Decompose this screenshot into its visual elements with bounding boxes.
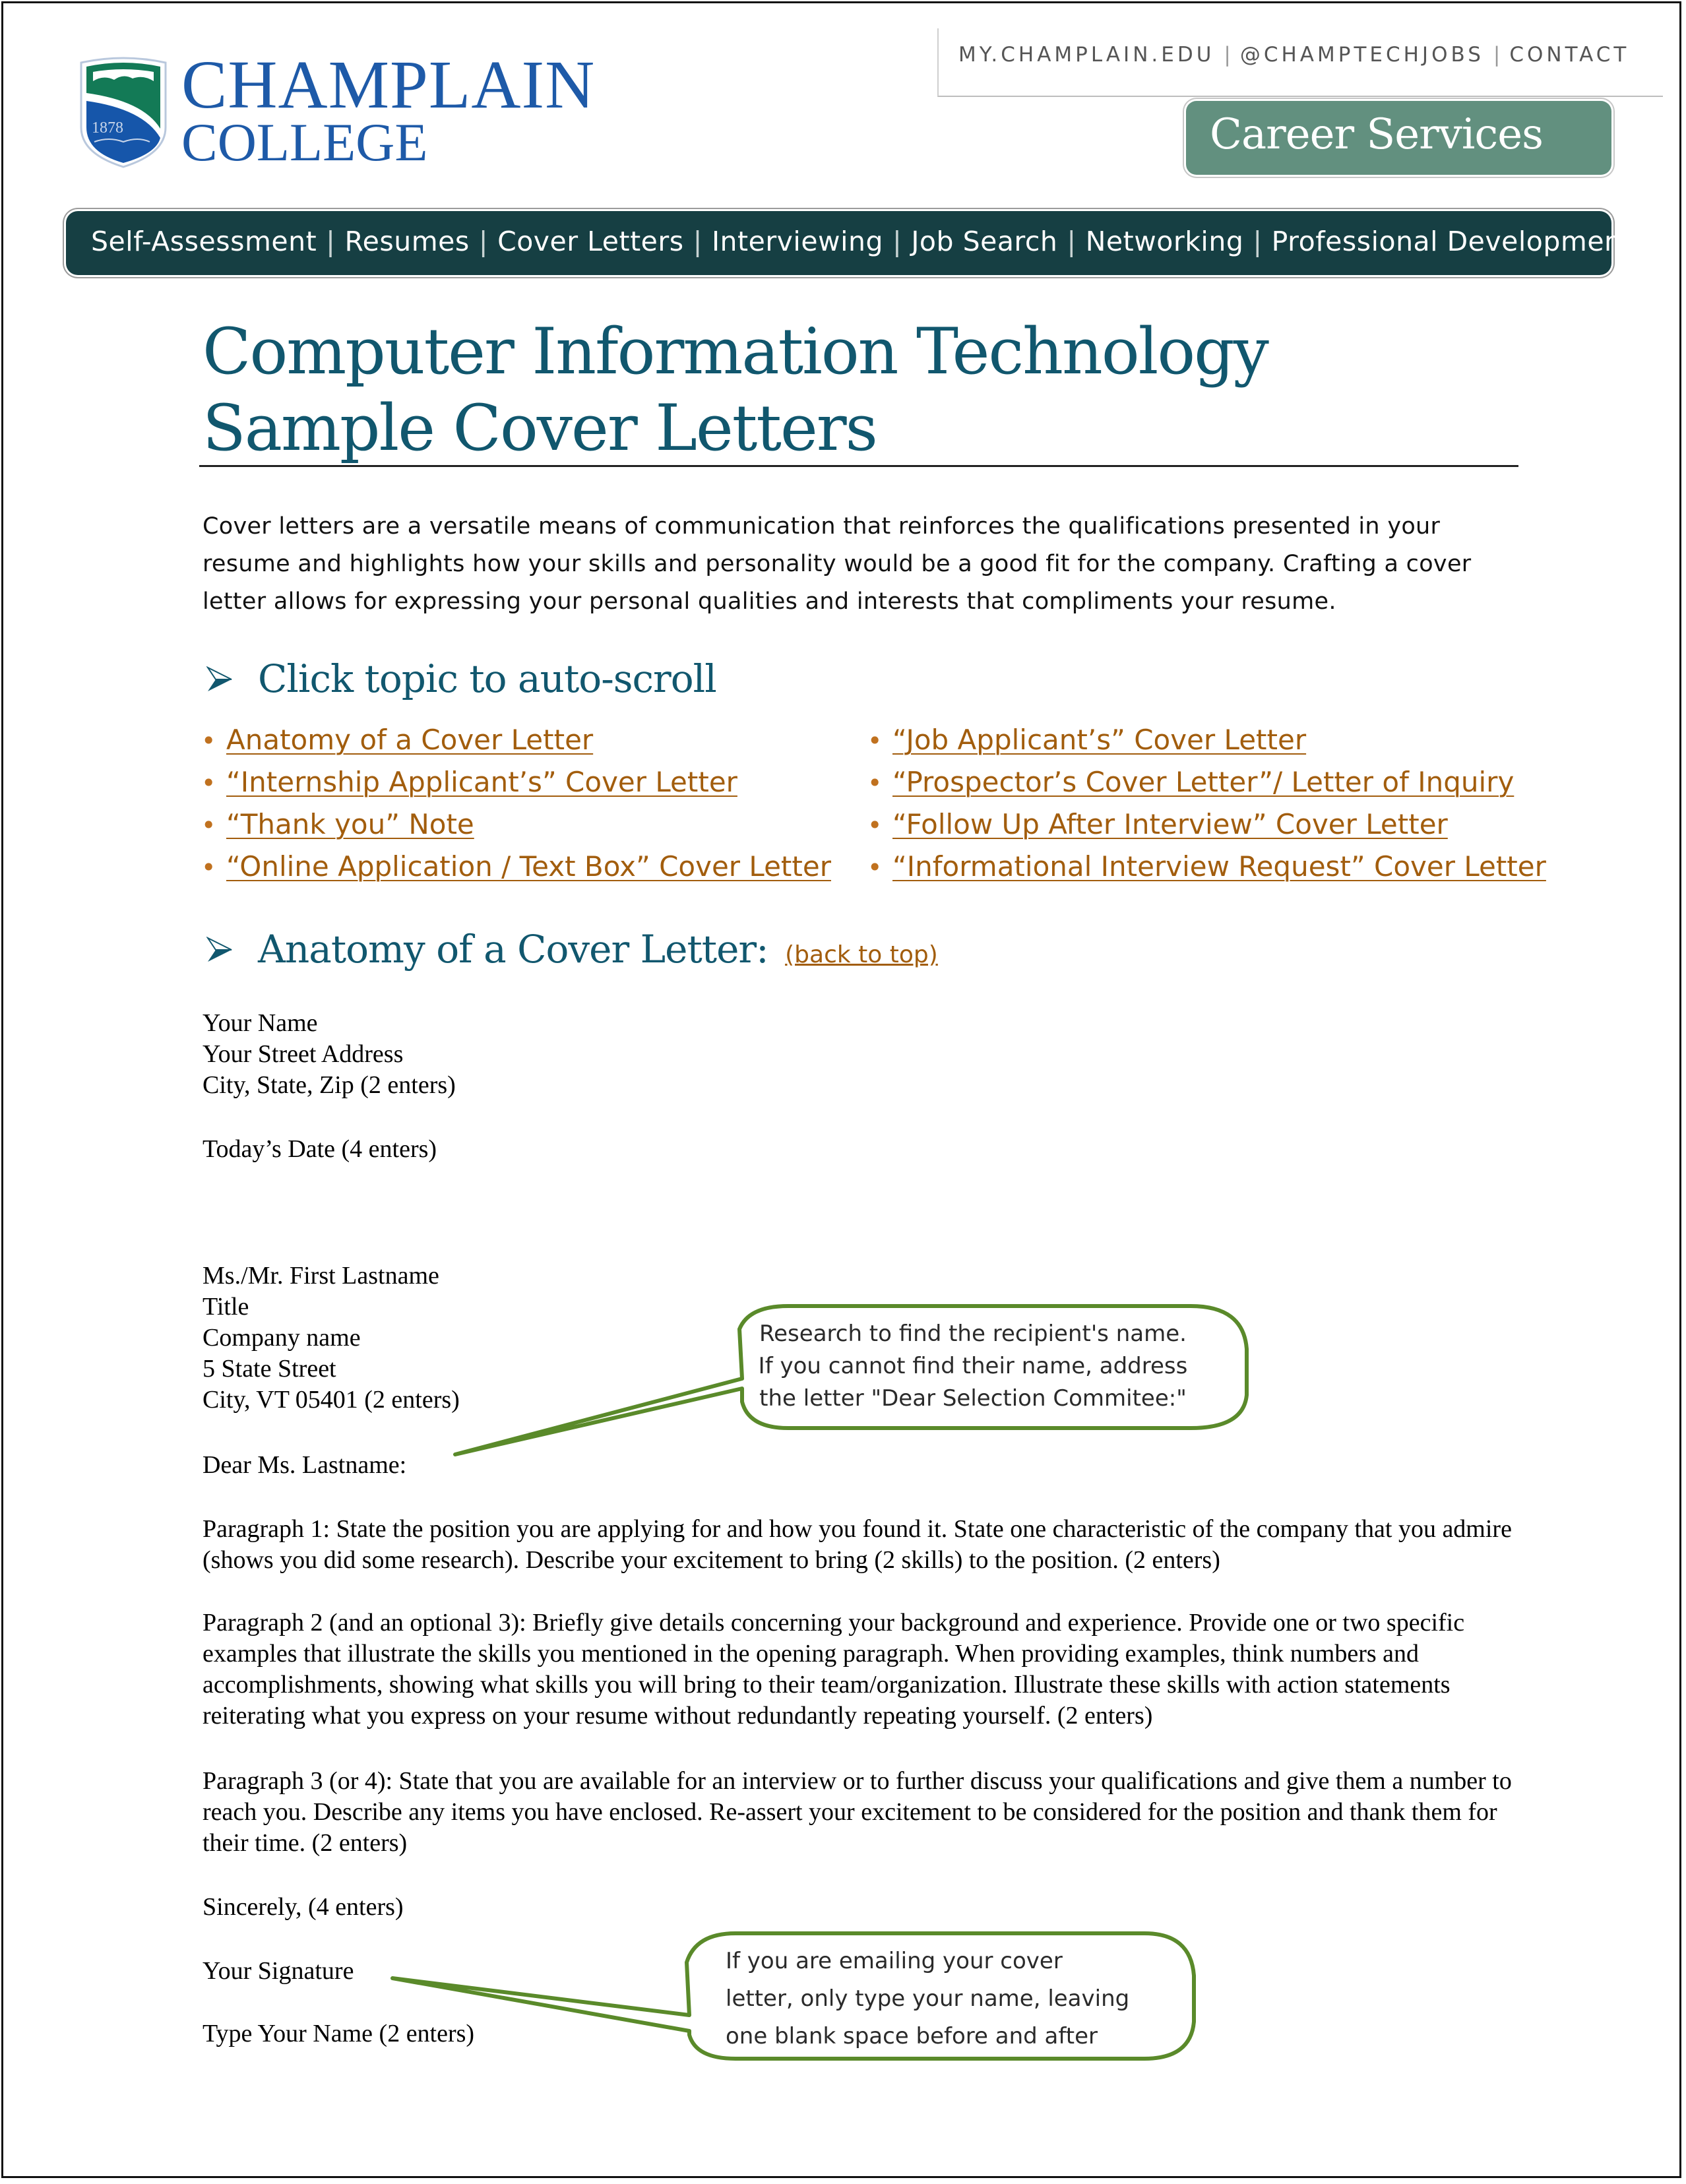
nav-item-cover-letters[interactable]: Cover Letters bbox=[497, 226, 684, 257]
intro-paragraph: Cover letters are a versatile means of c… bbox=[203, 513, 1472, 615]
topic-link-internship[interactable]: “Internship Applicant’s” Cover Letter bbox=[226, 766, 737, 798]
main-nav-bar: Self-Assessment | Resumes | Cover Letters | In… bbox=[66, 211, 1633, 275]
salutation: Dear Ms. Lastname: bbox=[203, 1451, 407, 1479]
logo-name-line1: CHAMPLAIN bbox=[181, 47, 596, 123]
bullet-icon: • bbox=[201, 811, 216, 840]
career-services-label: Career Services bbox=[1210, 110, 1544, 159]
topics-heading: Click topic to auto-scroll bbox=[206, 656, 717, 701]
topic-link-anatomy[interactable]: Anatomy of a Cover Letter bbox=[226, 724, 593, 756]
topic-link-informational-interview[interactable]: “Informational Interview Request” Cover … bbox=[892, 850, 1546, 883]
topic-links-right: • “Job Applicant’s” Cover Letter • “Prospe… bbox=[867, 719, 1546, 888]
champlain-college-logo[interactable]: 1878 CHAMPLAIN COLLEGE bbox=[77, 51, 594, 173]
bullet-icon: • bbox=[201, 853, 216, 882]
separator: | bbox=[1224, 43, 1231, 67]
recipient-block: Ms./Mr. First Lastname Title Company nam… bbox=[203, 1261, 460, 1416]
nav-separator: | bbox=[693, 226, 702, 257]
nav-item-self-assessment[interactable]: Self-Assessment bbox=[91, 226, 317, 257]
page-title: Computer Information Technology Sample C… bbox=[203, 313, 1269, 466]
topic-link-thank-you[interactable]: “Thank you” Note bbox=[226, 808, 474, 840]
nav-separator: | bbox=[892, 226, 902, 257]
separator: | bbox=[1493, 43, 1501, 67]
bullet-icon: • bbox=[201, 726, 216, 755]
bullet-icon: • bbox=[201, 768, 216, 797]
back-to-top-link[interactable]: (back to top) bbox=[785, 941, 938, 968]
signature-line: Your Signature bbox=[203, 1957, 354, 1985]
nav-separator: | bbox=[326, 226, 336, 257]
nav-item-job-search[interactable]: Job Search bbox=[911, 226, 1057, 257]
topic-list-item: • “Online Application / Text Box” Cover L… bbox=[201, 846, 831, 888]
career-services-badge[interactable]: Career Services bbox=[1186, 101, 1611, 175]
top-link-my-champlain[interactable]: MY.CHAMPLAIN.EDU bbox=[958, 43, 1214, 67]
paragraph-1: Paragraph 1: State the position you are … bbox=[203, 1515, 1512, 1574]
topic-link-follow-up[interactable]: “Follow Up After Interview” Cover Letter bbox=[892, 808, 1448, 840]
nav-item-resumes[interactable]: Resumes bbox=[345, 226, 470, 257]
recipient-street: 5 State Street bbox=[203, 1355, 336, 1383]
topic-list-item: • “Thank you” Note bbox=[201, 803, 831, 846]
svg-text:1878: 1878 bbox=[92, 119, 123, 137]
nav-item-networking[interactable]: Networking bbox=[1086, 226, 1244, 257]
sender-street: Your Street Address bbox=[203, 1040, 404, 1068]
logo-name-line2: COLLEGE bbox=[181, 112, 428, 172]
topic-list-item: • “Internship Applicant’s” Cover Letter bbox=[201, 761, 831, 803]
recipient-company: Company name bbox=[203, 1324, 361, 1352]
topic-list-item: • Anatomy of a Cover Letter bbox=[201, 719, 831, 761]
nav-separator: | bbox=[1253, 226, 1263, 257]
recipient-city: City, VT 05401 (2 enters) bbox=[203, 1386, 460, 1414]
topic-link-online-application[interactable]: “Online Application / Text Box” Cover Le… bbox=[226, 850, 831, 883]
arrow-bullet-icon bbox=[206, 936, 232, 962]
nav-separator: | bbox=[1067, 226, 1077, 257]
sender-city: City, State, Zip (2 enters) bbox=[203, 1071, 456, 1099]
anatomy-heading: Anatomy of a Cover Letter: (back to top) bbox=[206, 927, 938, 972]
bullet-icon: • bbox=[867, 768, 883, 797]
topic-list-item: • “Prospector’s Cover Letter”/ Letter of … bbox=[867, 761, 1546, 803]
topics-heading-text: Click topic to auto-scroll bbox=[258, 656, 717, 701]
paragraph-2: Paragraph 2 (and an optional 3): Briefly… bbox=[203, 1609, 1465, 1730]
college-crest-icon: 1878 bbox=[80, 57, 167, 168]
anatomy-heading-text: Anatomy of a Cover Letter: bbox=[258, 927, 769, 972]
sender-block: Your Name Your Street Address City, Stat… bbox=[203, 1008, 456, 1101]
topic-list-item: • “Job Applicant’s” Cover Letter bbox=[867, 719, 1546, 761]
topic-links-left: • Anatomy of a Cover Letter • “Internship … bbox=[201, 719, 831, 888]
paragraph-3: Paragraph 3 (or 4): State that you are a… bbox=[203, 1767, 1512, 1857]
nav-item-professional-development[interactable]: Professional Development bbox=[1272, 226, 1633, 257]
bullet-icon: • bbox=[867, 811, 883, 840]
top-link-champtechjobs[interactable]: @CHAMPTECHJOBS bbox=[1240, 43, 1484, 67]
nav-item-interviewing[interactable]: Interviewing bbox=[712, 226, 883, 257]
recipient-title: Title bbox=[203, 1293, 249, 1321]
date-line: Today’s Date (4 enters) bbox=[203, 1135, 437, 1163]
topic-link-job-applicant[interactable]: “Job Applicant’s” Cover Letter bbox=[892, 724, 1306, 756]
bullet-icon: • bbox=[867, 853, 883, 882]
page-title-line1: Computer Information Technology bbox=[203, 315, 1269, 389]
document-page: 1878 CHAMPLAIN COLLEGE MY.CHAMPLAIN.EDU |… bbox=[1, 1, 1681, 2178]
page-title-line2: Sample Cover Letters bbox=[203, 391, 878, 465]
top-link-contact[interactable]: CONTACT bbox=[1509, 43, 1629, 67]
topic-list-item: • “Follow Up After Interview” Cover Lette… bbox=[867, 803, 1546, 846]
arrow-bullet-icon bbox=[206, 666, 232, 691]
sender-name: Your Name bbox=[203, 1009, 318, 1037]
callout-email-signature: If you are emailing your cover letter, o… bbox=[726, 1948, 1130, 2049]
bullet-icon: • bbox=[867, 726, 883, 755]
topic-link-prospector[interactable]: “Prospector’s Cover Letter”/ Letter of I… bbox=[892, 766, 1514, 798]
callout-recipient-name: Research to find the recipient's name. I… bbox=[758, 1321, 1188, 1412]
closing: Sincerely, (4 enters) bbox=[203, 1893, 404, 1921]
top-links-bar: MY.CHAMPLAIN.EDU | @CHAMPTECHJOBS | CONTACT bbox=[937, 28, 1663, 97]
nav-separator: | bbox=[478, 226, 489, 257]
recipient-name: Ms./Mr. First Lastname bbox=[203, 1262, 439, 1290]
typed-name-line: Type Your Name (2 enters) bbox=[203, 2020, 475, 2047]
title-divider bbox=[199, 465, 1518, 467]
topic-list-item: • “Informational Interview Request” Cover… bbox=[867, 846, 1546, 888]
